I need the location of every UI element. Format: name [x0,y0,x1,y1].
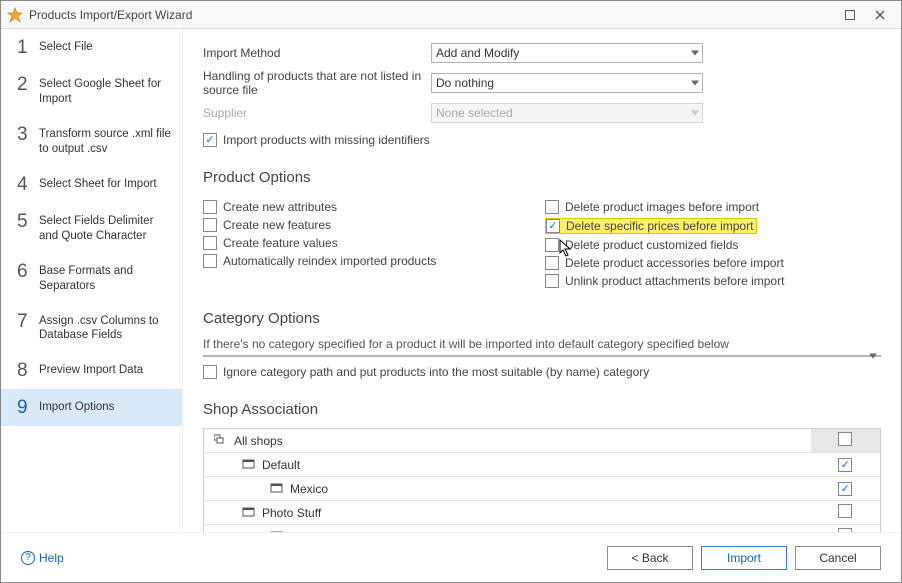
step-number: 2 [17,75,39,94]
opt-auto_reindex-label: Automatically reindex imported products [223,254,436,268]
shop-association-table: All shopsDefaultMexicoPhoto StuffPhoto S… [203,428,881,532]
opt-unlink_att-label: Unlink product attachments before import [565,274,784,288]
import-missing-label: Import products with missing identifiers [223,133,430,147]
step-label: Preview Import Data [39,361,143,378]
category-hint: If there's no category specified for a p… [203,337,881,351]
app-icon [7,7,23,23]
wizard-steps-sidebar: 1Select File2Select Google Sheet for Imp… [1,29,183,532]
wizard-step-6[interactable]: 6Base Formats and Separators [1,253,182,303]
step-number: 8 [17,361,39,380]
opt-create_feat-label: Create new features [223,218,331,232]
step-label: Select File [39,38,93,55]
ignore-category-label: Ignore category path and put products in… [223,365,649,379]
shop-checkbox[interactable] [838,482,852,496]
product-options-heading: Product Options [203,169,881,186]
opt-auto_reindex-checkbox[interactable] [203,254,217,268]
step-label: Base Formats and Separators [39,262,172,294]
ignore-category-checkbox[interactable] [203,365,217,379]
step-label: Select Sheet for Import [39,175,157,192]
shop-icon [242,457,256,472]
wizard-step-2[interactable]: 2Select Google Sheet for Import [1,66,182,116]
step-number: 4 [17,175,39,194]
opt-del_custom-label: Delete product customized fields [565,238,738,252]
opt-del_prices-label: Delete specific prices before import [566,219,753,233]
step-number: 9 [17,398,39,417]
step-number: 7 [17,312,39,331]
opt-del_custom-checkbox[interactable] [545,238,559,252]
cancel-button[interactable]: Cancel [795,546,881,570]
import-method-label: Import Method [203,46,431,60]
maximize-button[interactable] [835,4,865,26]
shop-association-heading: Shop Association [203,401,881,418]
opt-create_fv-checkbox[interactable] [203,236,217,250]
shop-name: Default [262,458,300,472]
shop-checkbox[interactable] [838,458,852,472]
help-link[interactable]: ? Help [21,551,64,565]
opt-del_prices-checkbox[interactable] [546,219,560,233]
wizard-step-9[interactable]: 9Import Options [1,389,182,426]
category-options-heading: Category Options [203,310,881,327]
step-label: Select Google Sheet for Import [39,75,172,107]
opt-unlink_att-checkbox[interactable] [545,274,559,288]
step-number: 3 [17,125,39,144]
footer: ? Help < Back Import Cancel [1,532,901,582]
wizard-step-1[interactable]: 1Select File [1,29,182,66]
step-label: Assign .csv Columns to Database Fields [39,312,172,344]
back-button[interactable]: < Back [607,546,693,570]
step-number: 1 [17,38,39,57]
opt-create_fv-label: Create feature values [223,236,338,250]
wizard-window: Products Import/Export Wizard 1Select Fi… [0,0,902,583]
step-number: 6 [17,262,39,281]
shop-name: Photo Stuff [262,506,321,520]
wizard-content: Import Method Add and Modify Handling of… [183,29,901,532]
shop-checkbox[interactable] [838,432,852,446]
opt-del_images-label: Delete product images before import [565,200,759,214]
wizard-step-4[interactable]: 4Select Sheet for Import [1,166,182,203]
step-label: Import Options [39,398,114,415]
close-button[interactable] [865,4,895,26]
window-title: Products Import/Export Wizard [29,8,835,22]
help-icon: ? [21,551,35,565]
handling-label: Handling of products that are not listed… [203,69,431,97]
opt-create_feat-checkbox[interactable] [203,218,217,232]
import-button[interactable]: Import [701,546,787,570]
shop-icon [270,481,284,496]
default-category-select[interactable] [203,355,881,357]
title-bar: Products Import/Export Wizard [1,1,901,29]
opt-del_acc-label: Delete product accessories before import [565,256,784,270]
wizard-step-5[interactable]: 5Select Fields Delimiter and Quote Chara… [1,203,182,253]
opt-create_attr-label: Create new attributes [223,200,337,214]
step-number: 5 [17,212,39,231]
opt-create_attr-checkbox[interactable] [203,200,217,214]
shop-icon [214,433,228,448]
import-missing-checkbox[interactable] [203,133,217,147]
wizard-step-7[interactable]: 7Assign .csv Columns to Database Fields [1,303,182,353]
shop-name: All shops [234,434,283,448]
handling-select[interactable]: Do nothing [431,73,703,93]
opt-del_acc-checkbox[interactable] [545,256,559,270]
opt-del_images-checkbox[interactable] [545,200,559,214]
step-label: Transform source .xml file to output .cs… [39,125,172,157]
supplier-select: None selected [431,103,703,123]
shop-icon [242,505,256,520]
shop-name: Mexico [290,482,328,496]
import-method-select[interactable]: Add and Modify [431,43,703,63]
shop-checkbox[interactable] [838,504,852,518]
wizard-step-8[interactable]: 8Preview Import Data [1,352,182,389]
step-label: Select Fields Delimiter and Quote Charac… [39,212,172,244]
supplier-label: Supplier [203,106,431,120]
wizard-step-3[interactable]: 3Transform source .xml file to output .c… [1,116,182,166]
